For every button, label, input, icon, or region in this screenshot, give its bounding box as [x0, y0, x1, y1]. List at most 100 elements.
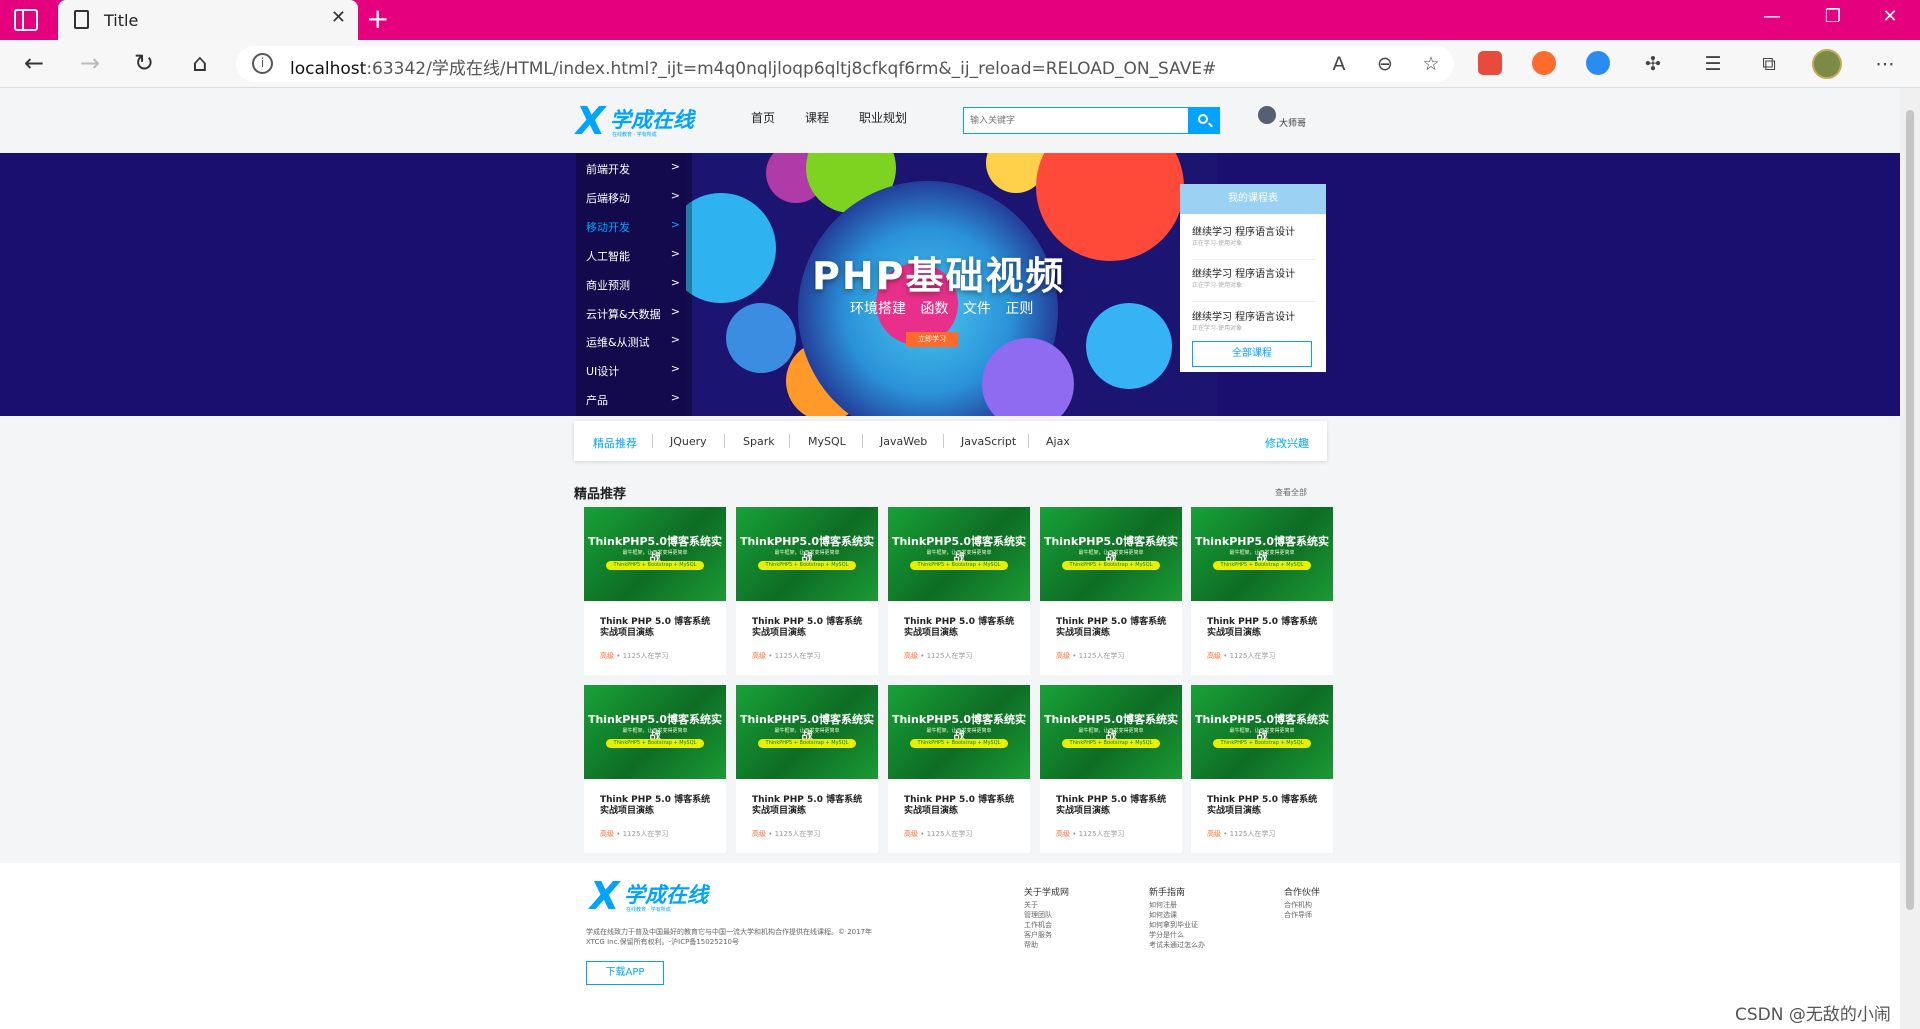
course-thumbnail[interactable]: ThinkPHP5.0博客系统实战 最牛框架，让开发变得更简单 ThinkPHP5 …: [1191, 685, 1333, 779]
course-thumbnail[interactable]: ThinkPHP5.0博客系统实战 最牛框架，让开发变得更简单 ThinkPHP5 …: [736, 507, 878, 601]
footer-link[interactable]: 如何拿到毕业证: [1149, 920, 1205, 930]
course-thumbnail[interactable]: ThinkPHP5.0博客系统实战 最牛框架，让开发变得更简单 ThinkPHP5 …: [584, 507, 726, 601]
course-name[interactable]: Think PHP 5.0 博客系统实战项目演练: [1207, 795, 1323, 817]
extensions-icon[interactable]: ✣: [1640, 51, 1666, 77]
course-thumbnail[interactable]: ThinkPHP5.0博客系统实战 最牛框架，让开发变得更简单 ThinkPHP5 …: [1191, 507, 1333, 601]
extension-orange-icon[interactable]: [1532, 51, 1556, 75]
read-aloud-icon[interactable]: A: [1326, 51, 1352, 77]
view-all-link[interactable]: 查看全部: [1275, 487, 1307, 498]
course-name[interactable]: Think PHP 5.0 博客系统实战项目演练: [752, 795, 868, 817]
course-card[interactable]: ThinkPHP5.0博客系统实战 最牛框架，让开发变得更简单 ThinkPHP5 …: [1040, 507, 1182, 675]
category-item[interactable]: 运维&从测试 >: [576, 326, 692, 354]
all-courses-button[interactable]: 全部课程: [1192, 341, 1312, 367]
my-course-item[interactable]: 继续学习 程序语言设计 正在学习-使用对象: [1192, 305, 1316, 345]
forward-icon[interactable]: →: [74, 48, 106, 80]
category-item[interactable]: 前端开发 >: [576, 153, 692, 181]
subject-tab-active[interactable]: 精品推荐: [593, 435, 637, 451]
site-logo[interactable]: X 学成在线 在线教育 · 学有所成: [576, 99, 701, 143]
download-app-button[interactable]: 下载APP: [586, 961, 664, 985]
footer-link[interactable]: 如何注册: [1149, 900, 1205, 910]
footer-link[interactable]: 管理团队: [1024, 910, 1069, 920]
close-tab-icon[interactable]: ✕: [331, 7, 346, 28]
footer-logo[interactable]: X 学成在线 在线教育 · 学有所成: [590, 874, 715, 918]
category-item-active[interactable]: 移动开发 >: [576, 211, 692, 239]
subject-tab[interactable]: MySQL: [808, 435, 846, 448]
category-item[interactable]: 后端移动 >: [576, 182, 692, 210]
user-name[interactable]: 大师哥: [1279, 116, 1306, 129]
minimize-icon[interactable]: —: [1752, 6, 1792, 27]
more-menu-icon[interactable]: ⋯: [1872, 51, 1898, 77]
extension-blue-icon[interactable]: [1586, 51, 1610, 75]
course-card[interactable]: ThinkPHP5.0博客系统实战 最牛框架，让开发变得更简单 ThinkPHP5 …: [1040, 685, 1182, 853]
zoom-out-icon[interactable]: ⊖: [1372, 51, 1398, 77]
footer-link[interactable]: 帮助: [1024, 940, 1069, 950]
search-button[interactable]: [1188, 107, 1220, 134]
category-item[interactable]: UI设计 >: [576, 355, 692, 383]
banner-image[interactable]: PHP基础视频 环境搭建 函数 文件 正则 立即学习: [686, 153, 1217, 416]
page-scrollbar[interactable]: [1900, 88, 1920, 1029]
course-card[interactable]: ThinkPHP5.0博客系统实战 最牛框架，让开发变得更简单 ThinkPHP5 …: [1191, 685, 1333, 853]
add-favorite-icon[interactable]: ☆: [1418, 51, 1444, 77]
scrollbar-thumb[interactable]: [1906, 110, 1914, 910]
new-tab-icon[interactable]: +: [366, 3, 389, 35]
course-name[interactable]: Think PHP 5.0 博客系统实战项目演练: [904, 617, 1020, 639]
subject-tab[interactable]: JavaWeb: [880, 435, 927, 448]
course-name[interactable]: Think PHP 5.0 博客系统实战项目演练: [600, 795, 716, 817]
course-card[interactable]: ThinkPHP5.0博客系统实战 最牛框架，让开发变得更简单 ThinkPHP5 …: [584, 507, 726, 675]
back-icon[interactable]: ←: [18, 48, 50, 80]
restore-icon[interactable]: ❐: [1813, 6, 1853, 27]
category-item[interactable]: 产品 >: [576, 384, 692, 412]
nav-home[interactable]: 首页: [751, 109, 775, 126]
tab-actions-icon[interactable]: [14, 9, 38, 31]
course-name[interactable]: Think PHP 5.0 博客系统实战项目演练: [904, 795, 1020, 817]
collections-icon[interactable]: ⧉: [1756, 51, 1782, 77]
edit-interests-link[interactable]: 修改兴趣: [1265, 435, 1309, 451]
course-name[interactable]: Think PHP 5.0 博客系统实战项目演练: [752, 617, 868, 639]
course-name[interactable]: Think PHP 5.0 博客系统实战项目演练: [1056, 617, 1172, 639]
category-item[interactable]: 云计算&大数据 >: [576, 298, 692, 326]
nav-career[interactable]: 职业规划: [859, 109, 907, 126]
user-avatar[interactable]: [1258, 106, 1276, 124]
browser-tab[interactable]: Title ✕: [58, 0, 358, 40]
url-text[interactable]: localhost:63342/学成在线/HTML/index.html?_ij…: [290, 54, 1216, 79]
course-thumbnail[interactable]: ThinkPHP5.0博客系统实战 最牛框架，让开发变得更简单 ThinkPHP5 …: [888, 685, 1030, 779]
search-input[interactable]: [970, 112, 1180, 130]
course-thumbnail[interactable]: ThinkPHP5.0博客系统实战 最牛框架，让开发变得更简单 ThinkPHP5 …: [1040, 507, 1182, 601]
subject-tab[interactable]: JavaScript: [961, 435, 1016, 448]
close-window-icon[interactable]: ✕: [1870, 6, 1910, 27]
home-icon[interactable]: ⌂: [184, 48, 216, 80]
address-bar[interactable]: i localhost:63342/学成在线/HTML/index.html?_…: [236, 46, 1454, 82]
course-thumbnail[interactable]: ThinkPHP5.0博客系统实战 最牛框架，让开发变得更简单 ThinkPHP5 …: [736, 685, 878, 779]
course-card[interactable]: ThinkPHP5.0博客系统实战 最牛框架，让开发变得更简单 ThinkPHP5 …: [888, 685, 1030, 853]
footer-link[interactable]: 如何选课: [1149, 910, 1205, 920]
footer-link[interactable]: 学分是什么: [1149, 930, 1205, 940]
hero-learn-button[interactable]: 立即学习: [906, 332, 958, 347]
my-course-item[interactable]: 继续学习 程序语言设计 正在学习-使用对象: [1192, 262, 1316, 302]
category-item[interactable]: 人工智能 >: [576, 240, 692, 268]
nav-courses[interactable]: 课程: [805, 109, 829, 126]
footer-link[interactable]: 关于: [1024, 900, 1069, 910]
footer-link[interactable]: 合作机构: [1284, 900, 1320, 910]
site-info-icon[interactable]: i: [252, 53, 273, 74]
footer-link[interactable]: 客户服务: [1024, 930, 1069, 940]
course-name[interactable]: Think PHP 5.0 博客系统实战项目演练: [1056, 795, 1172, 817]
course-card[interactable]: ThinkPHP5.0博客系统实战 最牛框架，让开发变得更简单 ThinkPHP5 …: [1191, 507, 1333, 675]
category-item[interactable]: 商业预测 >: [576, 269, 692, 297]
footer-link[interactable]: 合作导师: [1284, 910, 1320, 920]
subject-tab[interactable]: Spark: [743, 435, 775, 448]
course-card[interactable]: ThinkPHP5.0博客系统实战 最牛框架，让开发变得更简单 ThinkPHP5 …: [736, 507, 878, 675]
course-name[interactable]: Think PHP 5.0 博客系统实战项目演练: [1207, 617, 1323, 639]
subject-tab[interactable]: JQuery: [670, 435, 707, 448]
footer-link[interactable]: 工作机会: [1024, 920, 1069, 930]
profile-avatar[interactable]: [1812, 49, 1842, 79]
footer-link[interactable]: 考试未通过怎么办: [1149, 940, 1205, 950]
course-card[interactable]: ThinkPHP5.0博客系统实战 最牛框架，让开发变得更简单 ThinkPHP5 …: [584, 685, 726, 853]
course-thumbnail[interactable]: ThinkPHP5.0博客系统实战 最牛框架，让开发变得更简单 ThinkPHP5 …: [584, 685, 726, 779]
my-course-item[interactable]: 继续学习 程序语言设计 正在学习-使用对象: [1192, 220, 1316, 260]
favorites-icon[interactable]: ☰: [1700, 51, 1726, 77]
course-card[interactable]: ThinkPHP5.0博客系统实战 最牛框架，让开发变得更简单 ThinkPHP5 …: [736, 685, 878, 853]
course-name[interactable]: Think PHP 5.0 博客系统实战项目演练: [600, 617, 716, 639]
course-card[interactable]: ThinkPHP5.0博客系统实战 最牛框架，让开发变得更简单 ThinkPHP5 …: [888, 507, 1030, 675]
course-thumbnail[interactable]: ThinkPHP5.0博客系统实战 最牛框架，让开发变得更简单 ThinkPHP5 …: [888, 507, 1030, 601]
course-thumbnail[interactable]: ThinkPHP5.0博客系统实战 最牛框架，让开发变得更简单 ThinkPHP5 …: [1040, 685, 1182, 779]
